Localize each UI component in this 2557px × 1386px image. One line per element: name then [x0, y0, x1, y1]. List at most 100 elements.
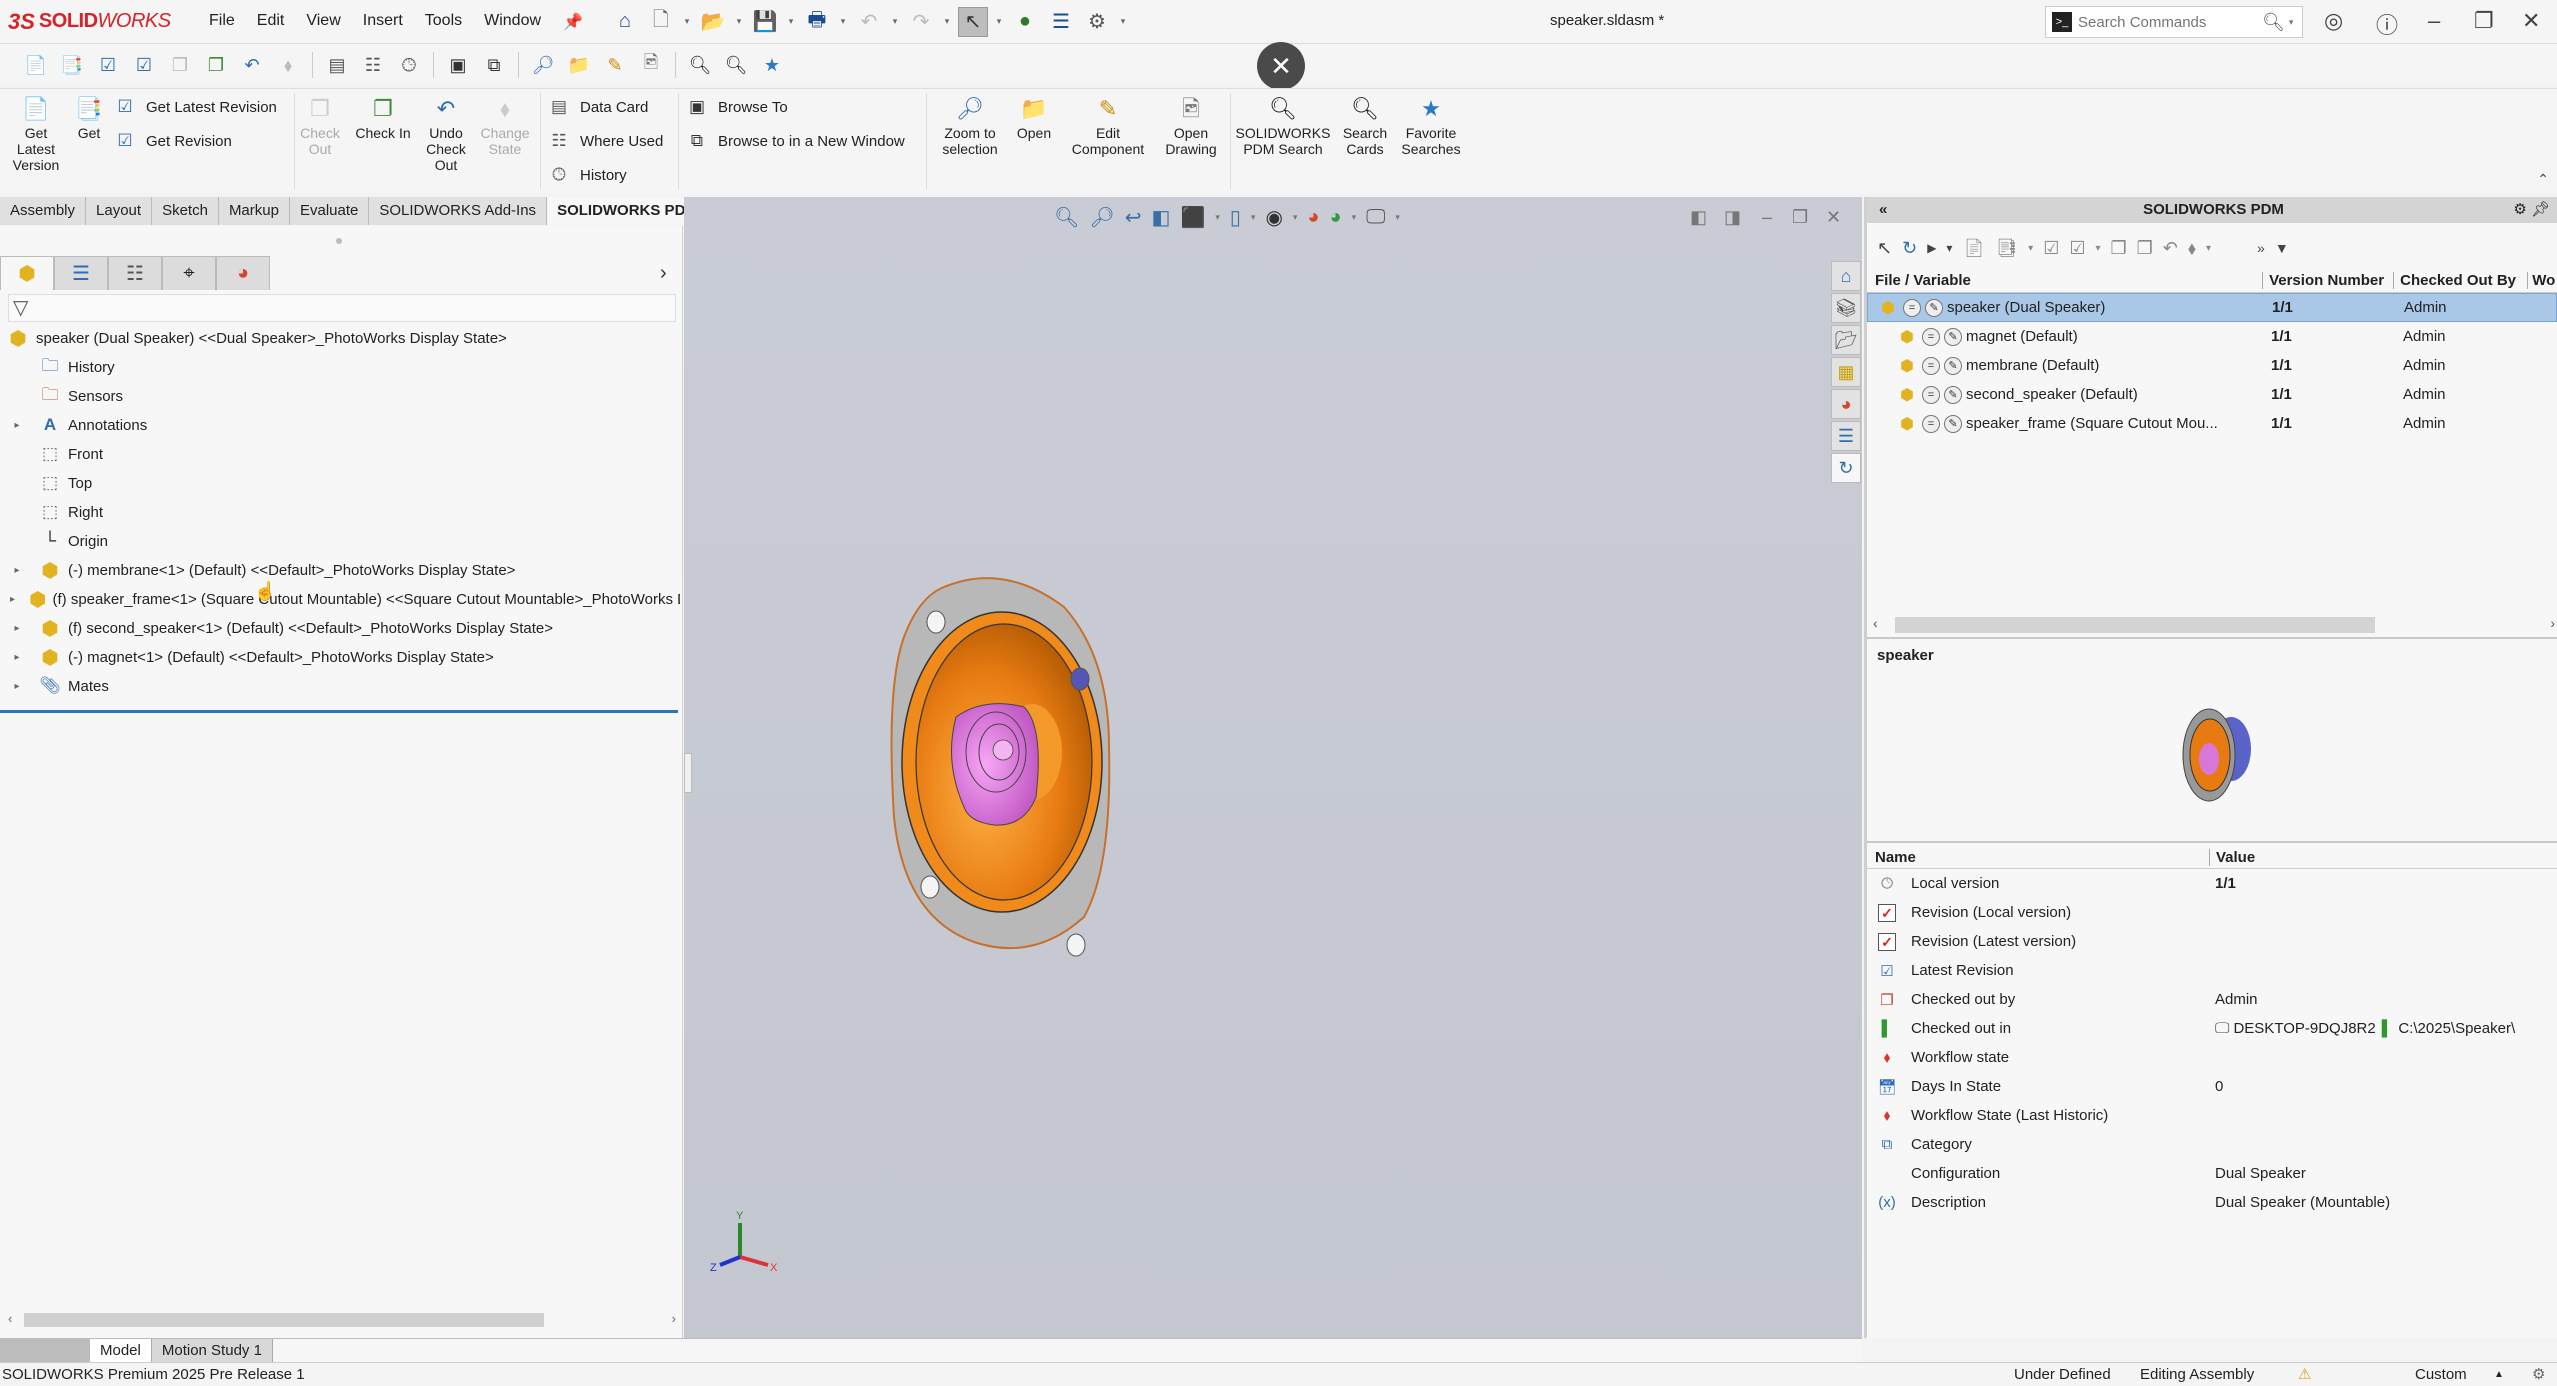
history-icon[interactable]: 🕒︎ [395, 51, 423, 79]
viewport-restore-icon[interactable]: ❐ [1792, 207, 1808, 228]
scroll-right-icon[interactable]: › [2550, 615, 2555, 631]
viewport-tile-right-icon[interactable]: ◨ [1724, 207, 1741, 228]
configurationmanager-tab-icon[interactable]: ☷ [108, 256, 162, 290]
menu-file[interactable]: File [198, 12, 246, 32]
property-row[interactable]: ❐ Checked out by Admin [1867, 985, 2557, 1014]
tab-scroll-arrows[interactable] [0, 1339, 90, 1363]
scroll-left-icon[interactable]: ‹ [1873, 615, 1878, 631]
close-window-icon[interactable]: ✕ [2522, 8, 2540, 34]
display-style-icon[interactable]: ▯ [1230, 205, 1241, 230]
check-in-icon[interactable]: ❐ [202, 51, 230, 79]
get-revision-button[interactable]: ☑ Get Revision [112, 129, 232, 153]
save-icon[interactable]: 💾 [750, 7, 780, 37]
section-view-icon[interactable]: ◧ [1152, 205, 1171, 230]
pdm-settings-gear-icon[interactable]: ⚙ [2513, 201, 2526, 218]
tab-assembly[interactable]: Assembly [0, 197, 87, 225]
print-icon[interactable]: 🖶 [802, 7, 832, 37]
edit-appearance-icon[interactable]: ◕ [1307, 206, 1319, 229]
tree-item-sensors[interactable]: 🗀 Sensors [0, 384, 124, 408]
appearances-scenes-icon[interactable]: ◕ [1831, 389, 1861, 419]
filter-dropdown-icon[interactable]: ▾ [1946, 241, 1952, 255]
viewport-minimize-icon[interactable]: – [1762, 207, 1772, 228]
rollback-bar[interactable] [0, 710, 678, 713]
pdm-state-dropdown-icon[interactable]: ▾ [2206, 243, 2211, 254]
get-latest-version-icon[interactable]: 📄 [22, 51, 50, 79]
pdm-search-icon[interactable]: 🔍︎ [686, 51, 714, 79]
apply-scene-icon[interactable]: ◕ [1330, 206, 1342, 229]
file-list-horizontal-scrollbar[interactable]: ‹ › [1867, 615, 2557, 633]
view-settings-dropdown-icon[interactable]: ▾ [1395, 212, 1400, 223]
browse-new-window-button[interactable]: ⧉ Browse to in a New Window [684, 129, 905, 153]
tree-item-annotations[interactable]: ▸ A Annotations [0, 413, 147, 437]
column-value[interactable]: Value [2209, 849, 2549, 866]
expand-arrow-icon[interactable]: ▸ [10, 420, 24, 431]
favorite-searches-icon[interactable]: ★ [758, 51, 786, 79]
close-overlay-button[interactable]: ✕ [1257, 42, 1305, 90]
search-cards-button[interactable]: 🔍︎ Search Cards [1336, 95, 1394, 158]
property-row[interactable]: 🕒︎ Local version 1/1 [1867, 869, 2557, 898]
property-row[interactable]: Configuration Dual Speaker [1867, 1159, 2557, 1188]
scroll-left-icon[interactable]: ‹ [8, 1311, 12, 1326]
expand-arrow-icon[interactable]: ▸ [10, 652, 24, 663]
print-dropdown-icon[interactable]: ▾ [838, 16, 848, 27]
custom-properties-icon[interactable]: ☰ [1831, 421, 1861, 451]
search-commands[interactable]: >_ 🔍︎ ▾ [2045, 6, 2303, 38]
minimize-icon[interactable]: – [2428, 8, 2440, 34]
restore-icon[interactable]: ❐ [2474, 8, 2494, 34]
get-latest-revision-button[interactable]: ☑ Get Latest Revision [112, 95, 277, 119]
zoom-to-area-icon[interactable]: 🔎︎ [1089, 205, 1114, 230]
tree-item-membrane[interactable]: ▸ ⬢ (-) membrane<1> (Default) <<Default>_… [0, 558, 515, 582]
column-version-number[interactable]: Version Number [2262, 272, 2393, 289]
tree-item-mates[interactable]: ▸ 📎︎ Mates [0, 674, 108, 698]
file-row-magnet[interactable]: ⬢ = ✎ magnet (Default) 1/1 Admin [1867, 322, 2557, 351]
history-button[interactable]: 🕒︎ History [546, 163, 626, 187]
view-orientation-dropdown-icon[interactable]: ▾ [1215, 212, 1220, 223]
select-dropdown-icon[interactable]: ▾ [994, 16, 1004, 27]
hide-show-items-icon[interactable]: ◉ [1265, 205, 1282, 230]
pdm-get-revision-icon[interactable]: ☑ [2043, 238, 2059, 259]
new-document-icon[interactable]: 🗋 [646, 7, 676, 37]
property-row[interactable]: ⧉ Category [1867, 1130, 2557, 1159]
pin-icon[interactable]: 📌 [552, 12, 594, 32]
expand-arrow-icon[interactable]: ▸ [10, 594, 15, 605]
change-state-icon[interactable]: ⬧ [274, 51, 302, 79]
property-row[interactable]: ☑ Latest Revision [1867, 956, 2557, 985]
menu-tools[interactable]: Tools [414, 12, 473, 32]
file-row-second-speaker[interactable]: ⬢ = ✎ second_speaker (Default) 1/1 Admin [1867, 380, 2557, 409]
expand-arrow-icon[interactable]: ▸ [10, 681, 24, 692]
file-row-membrane[interactable]: ⬢ = ✎ membrane (Default) 1/1 Admin [1867, 351, 2557, 380]
property-row[interactable]: (x) Description Dual Speaker (Mountable) [1867, 1188, 2557, 1217]
favorite-searches-button[interactable]: ★ Favorite Searches [1398, 95, 1464, 158]
undo-icon[interactable]: ↶ [854, 7, 884, 37]
tab-addins[interactable]: SOLIDWORKS Add-Ins [369, 197, 548, 225]
get-button[interactable]: 📑 Get [72, 95, 106, 142]
viewport-close-icon[interactable]: ✕ [1826, 207, 1841, 228]
tab-markup[interactable]: Markup [218, 197, 290, 225]
pdm-get-latest-revision-icon[interactable]: ☑ [2069, 238, 2085, 259]
where-used-icon[interactable]: ☷ [359, 51, 387, 79]
tree-item-magnet[interactable]: ▸ ⬢ (-) magnet<1> (Default) <<Default>_Ph… [0, 645, 493, 669]
column-checked-out-by[interactable]: Checked Out By [2393, 272, 2527, 289]
pdm-check-in-icon[interactable]: ❐ [2137, 238, 2153, 259]
file-explorer-folder-icon[interactable]: 📂︎ [1831, 325, 1861, 355]
scroll-right-icon[interactable]: › [672, 1311, 676, 1326]
display-style-dropdown-icon[interactable]: ▾ [1251, 212, 1256, 223]
pdm-check-out-icon[interactable]: ❐ [2111, 238, 2127, 259]
graphics-area[interactable]: 🔍︎ 🔎︎ ↩ ◧ ⬛ ▾ ▯ ▾ ◉ ▾ ◕ ◕ ▾ 🖵 ▾ ◧ ◨ – ❐ ✕ [684, 197, 1862, 1338]
expand-arrow-icon[interactable]: ▸ [10, 623, 24, 634]
redo-dropdown-icon[interactable]: ▾ [942, 16, 952, 27]
property-row[interactable]: ✓ Revision (Local version) [1867, 898, 2557, 927]
tree-item-top-plane[interactable]: ⬚ Top [0, 471, 92, 495]
help-icon[interactable]: ⓘ [2376, 8, 2398, 40]
solidworks-logo[interactable]: 3S SOLIDWORKS [8, 9, 188, 35]
get-icon[interactable]: 📑 [58, 51, 86, 79]
tree-item-front-plane[interactable]: ⬚ Front [0, 442, 103, 466]
hide-show-dropdown-icon[interactable]: ▾ [1293, 212, 1298, 223]
property-row[interactable]: ✓ Revision (Latest version) [1867, 927, 2557, 956]
tree-horizontal-scrollbar[interactable]: ‹ › [8, 1311, 676, 1329]
home-icon[interactable]: ⌂ [610, 7, 640, 37]
property-row[interactable]: ▌ Checked out in 🖵︎ DESKTOP-9DQJ8R2 ▌ C:\202… [1867, 1014, 2557, 1043]
browse-to-button[interactable]: ▣ Browse To [684, 95, 788, 119]
get-latest-version-button[interactable]: 📄 Get Latest Version [8, 95, 64, 174]
property-row[interactable]: ⬧ Workflow state [1867, 1043, 2557, 1072]
